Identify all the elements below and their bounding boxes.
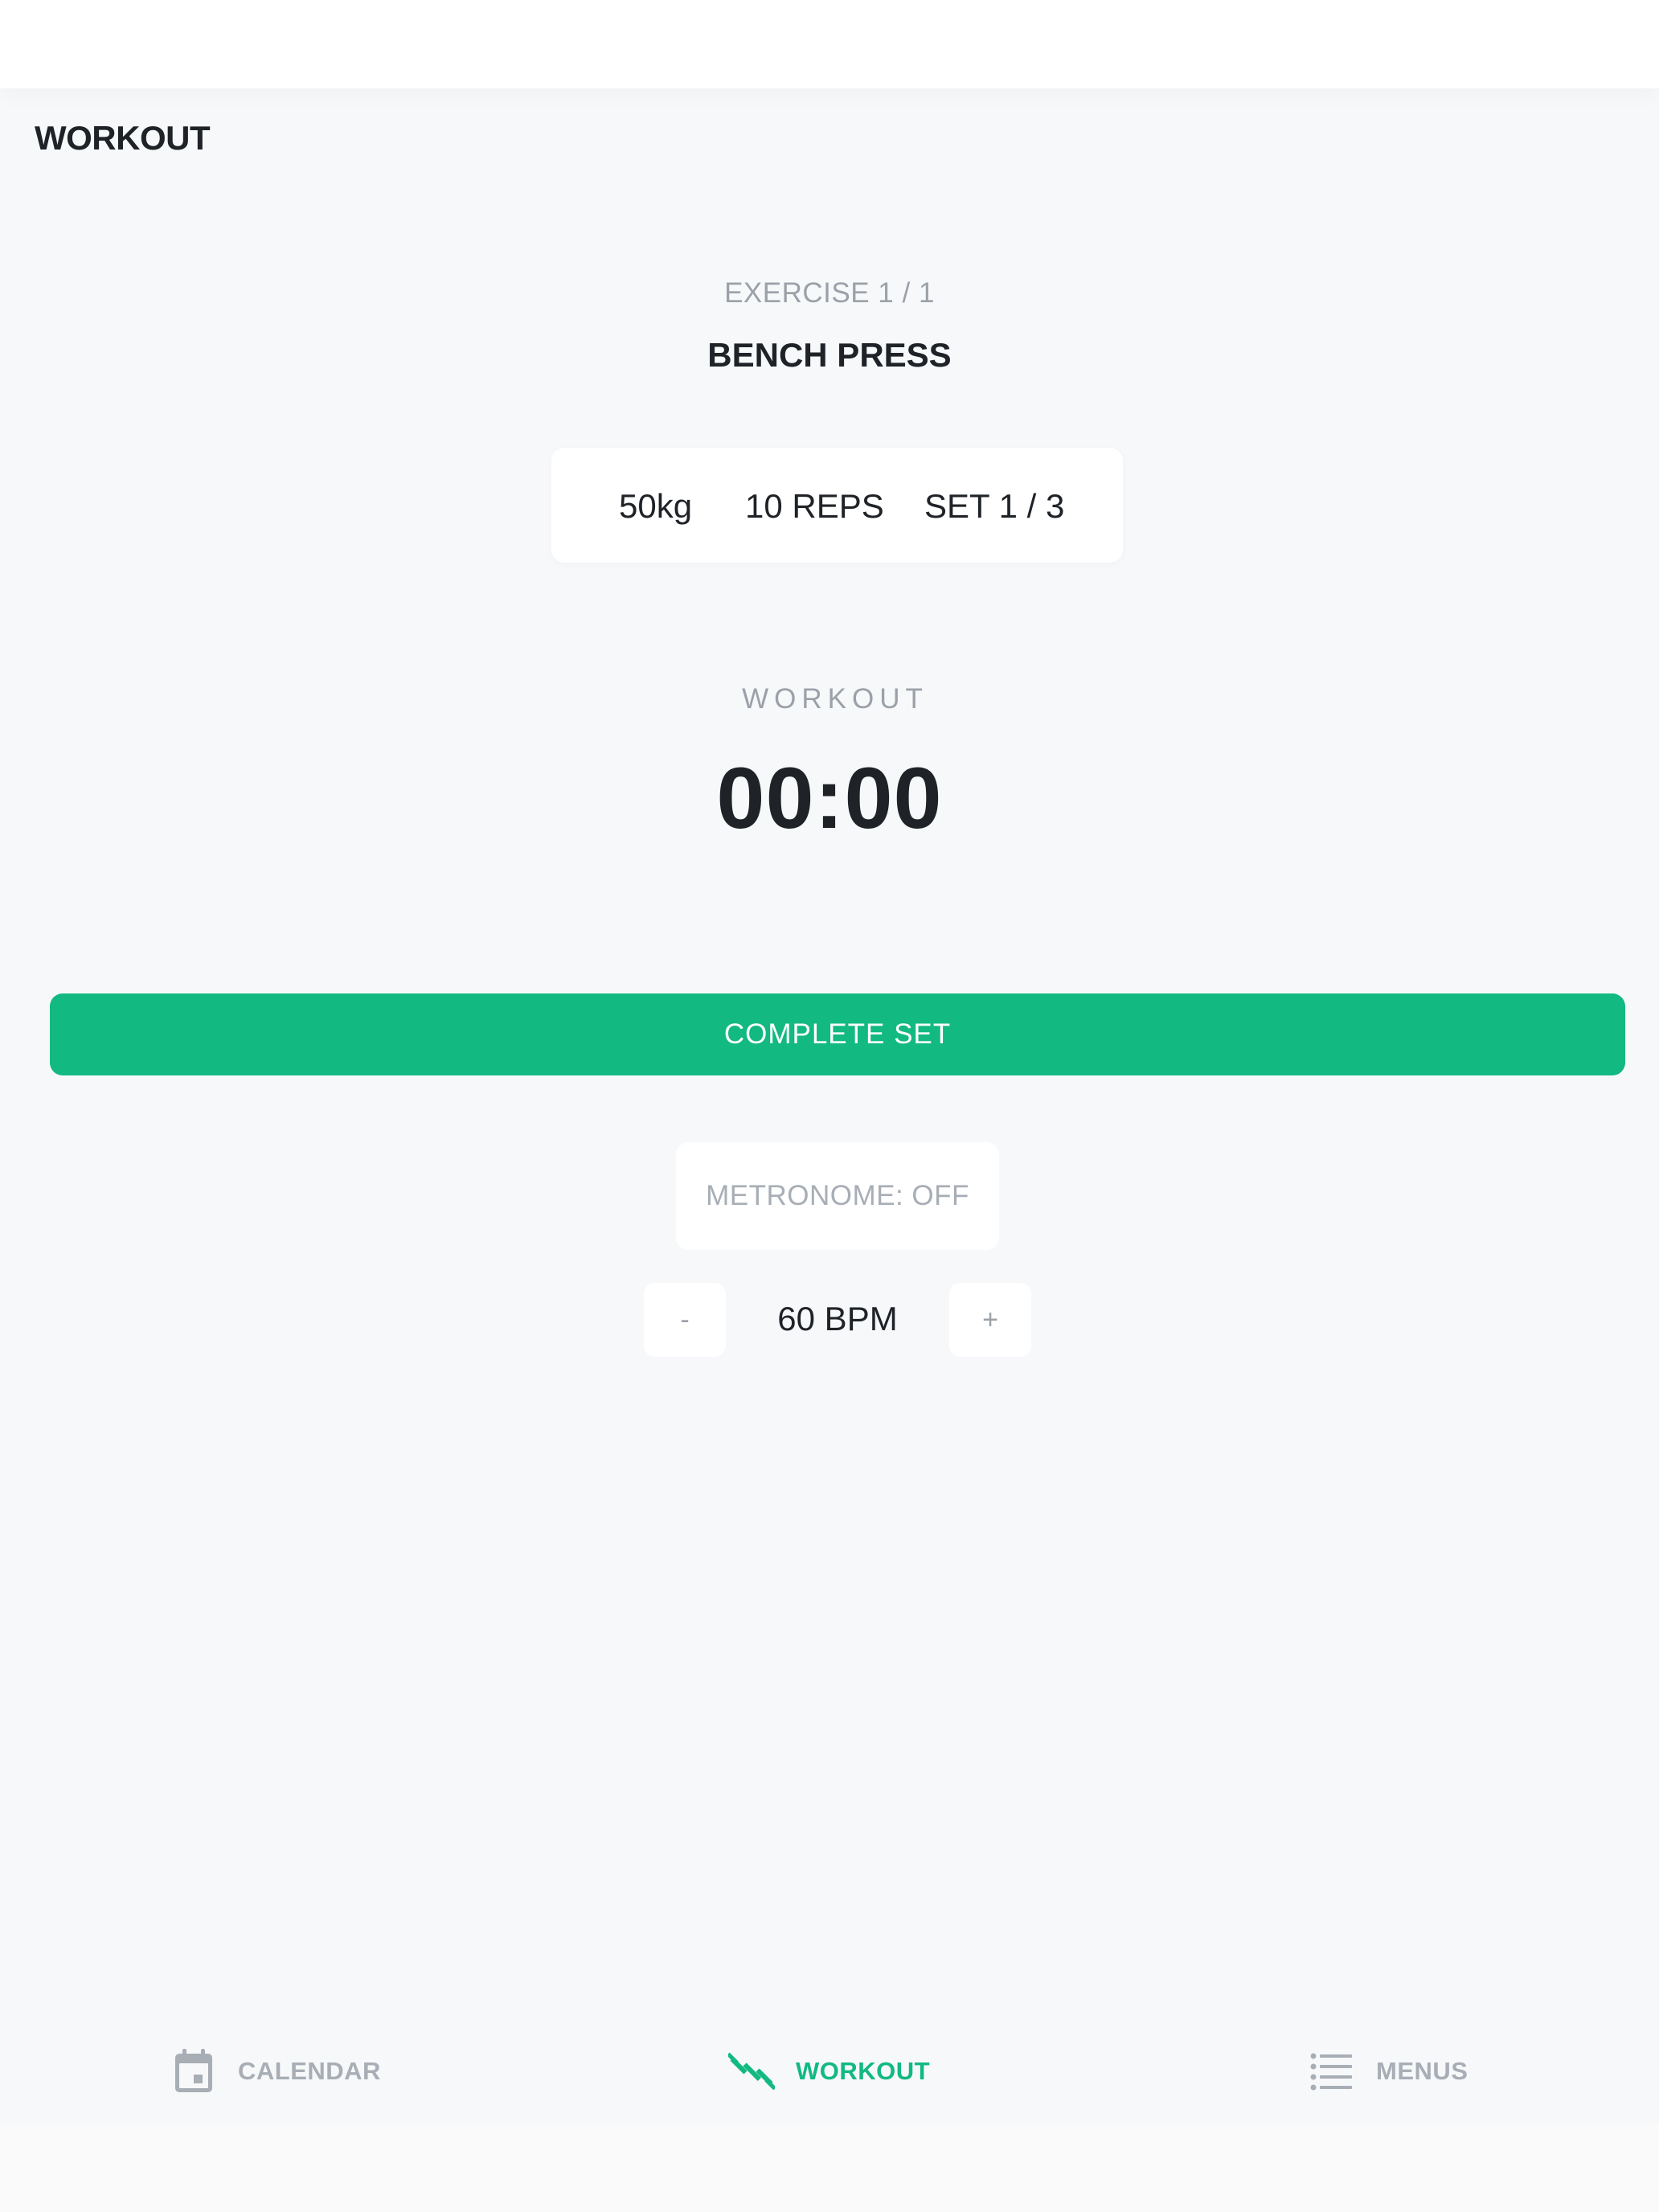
bpm-increment-button[interactable]: + <box>949 1283 1031 1357</box>
bottom-tab-bar: CALENDAR WORKOUT MENUS <box>0 2017 1659 2124</box>
complete-set-button[interactable]: COMPLETE SET <box>50 993 1625 1075</box>
exercise-counter: EXERCISE 1 / 1 <box>724 277 935 309</box>
page-title: WORKOUT <box>35 119 211 157</box>
tab-menus-label: MENUS <box>1376 2057 1469 2085</box>
metronome-toggle-button[interactable]: METRONOME: OFF <box>676 1142 999 1250</box>
tab-calendar[interactable]: CALENDAR <box>170 2043 381 2099</box>
set-stats-card: 50kg 10 REPS SET 1 / 3 <box>551 448 1123 563</box>
calendar-icon <box>170 2048 217 2095</box>
bpm-value: 60 BPM <box>777 1300 898 1337</box>
dumbbell-icon <box>728 2048 775 2095</box>
weight-value: 50kg <box>619 487 693 525</box>
set-progress: SET 1 / 3 <box>924 487 1065 525</box>
timer-label: WORKOUT <box>742 683 928 715</box>
bpm-decrement-button[interactable]: - <box>644 1283 726 1357</box>
home-indicator-area <box>0 2124 1659 2212</box>
tab-workout-label: WORKOUT <box>796 2057 931 2085</box>
tab-calendar-label: CALENDAR <box>238 2057 381 2085</box>
tab-workout[interactable]: WORKOUT <box>728 2043 930 2099</box>
timer-display: 00:00 <box>716 749 943 846</box>
status-bar <box>0 0 1659 88</box>
reps-value: 10 REPS <box>745 487 884 525</box>
exercise-name: BENCH PRESS <box>707 336 952 374</box>
list-icon <box>1309 2048 1355 2095</box>
tab-menus[interactable]: MENUS <box>1309 2043 1468 2099</box>
